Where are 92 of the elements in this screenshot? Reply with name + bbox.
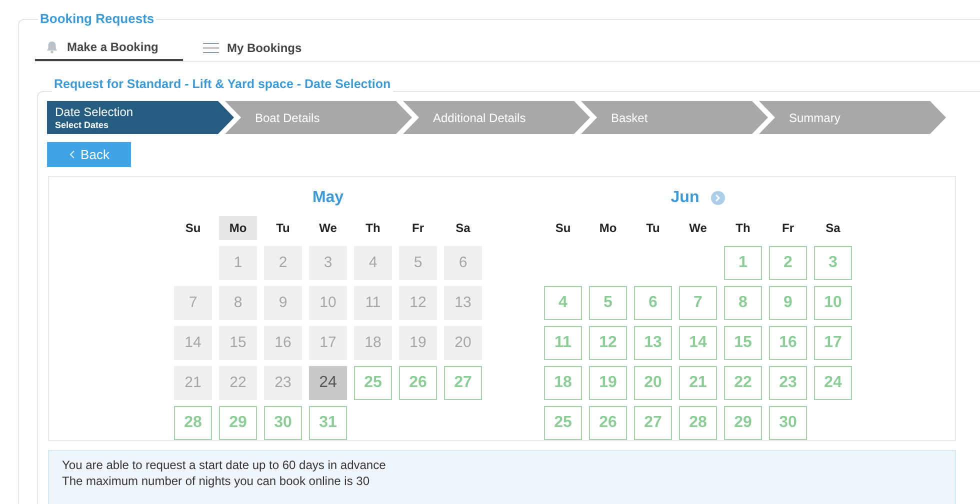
day-cell: 4 <box>354 246 392 280</box>
weekday-header: Th <box>734 220 752 237</box>
step: Summary <box>759 101 946 134</box>
day-button[interactable]: 25 <box>354 366 392 400</box>
step: Basket <box>581 101 768 134</box>
day-cell: 1 <box>219 246 257 280</box>
day-cell: 20 <box>444 326 482 360</box>
day-cell: 23 <box>264 366 302 400</box>
weekday-header: Su <box>554 220 572 237</box>
day-cell: 10 <box>309 286 347 320</box>
weekday-header: Su <box>184 220 202 237</box>
weekday-header: We <box>688 220 708 237</box>
day-cell: 8 <box>219 286 257 320</box>
step: Additional Details <box>403 101 590 134</box>
day-button[interactable]: 23 <box>769 366 807 400</box>
day-cell: 9 <box>264 286 302 320</box>
day-button[interactable]: 28 <box>679 406 717 440</box>
weekday-header: We <box>318 220 338 237</box>
month-title: Jun <box>670 188 700 208</box>
day-cell: 18 <box>354 326 392 360</box>
day-cell: 22 <box>219 366 257 400</box>
chevron-left-icon <box>68 150 75 159</box>
menu-icon <box>203 42 219 54</box>
step: Date Selection Select Dates <box>47 101 234 134</box>
info-text: The maximum number of nights you can book online is 30 <box>62 473 370 489</box>
day-button[interactable]: 24 <box>814 366 852 400</box>
day-cell: 2 <box>264 246 302 280</box>
info-text: You are able to request a start date up to 60 days in advance <box>62 457 387 473</box>
weekday-header: Th <box>364 220 382 237</box>
day-button[interactable]: 4 <box>544 286 582 320</box>
day-button[interactable]: 28 <box>174 406 212 440</box>
day-cell: 6 <box>444 246 482 280</box>
weekday-header: Mo <box>219 216 257 240</box>
day-cell: 12 <box>399 286 437 320</box>
day-button[interactable]: 1 <box>724 246 762 280</box>
back-button[interactable]: Back <box>47 142 131 167</box>
day-cell: 19 <box>399 326 437 360</box>
day-cell: 15 <box>219 326 257 360</box>
chevron-right-icon <box>715 194 722 202</box>
day-button[interactable]: 7 <box>679 286 717 320</box>
day-button[interactable]: 10 <box>814 286 852 320</box>
day-button[interactable]: 11 <box>544 326 582 360</box>
step: Boat Details <box>225 101 412 134</box>
day-button[interactable]: 25 <box>544 406 582 440</box>
day-button[interactable]: 30 <box>264 406 302 440</box>
tab[interactable]: Make a Booking <box>35 34 183 61</box>
day-button[interactable]: 26 <box>589 406 627 440</box>
day-button[interactable]: 13 <box>634 326 672 360</box>
day-cell: 11 <box>354 286 392 320</box>
day-button[interactable]: 29 <box>724 406 762 440</box>
day-button[interactable]: 3 <box>814 246 852 280</box>
day-cell: 13 <box>444 286 482 320</box>
weekday-header: Tu <box>275 220 291 237</box>
day-button[interactable]: 26 <box>399 366 437 400</box>
day-cell: 17 <box>309 326 347 360</box>
day-button[interactable]: 12 <box>589 326 627 360</box>
day-button[interactable]: 29 <box>219 406 257 440</box>
day-button[interactable]: 17 <box>814 326 852 360</box>
weekday-header: Mo <box>598 220 618 237</box>
day-button[interactable]: 20 <box>634 366 672 400</box>
day-cell: 16 <box>264 326 302 360</box>
day-cell: 14 <box>174 326 212 360</box>
day-cell: 7 <box>174 286 212 320</box>
day-cell: 21 <box>174 366 212 400</box>
day-button[interactable]: 14 <box>679 326 717 360</box>
day-button[interactable]: 30 <box>769 406 807 440</box>
day-button[interactable]: 22 <box>724 366 762 400</box>
tab[interactable]: My Bookings <box>193 34 312 61</box>
day-cell: 3 <box>309 246 347 280</box>
weekday-header: Fr <box>781 220 795 237</box>
weekday-header: Sa <box>454 220 472 237</box>
next-month-button[interactable] <box>711 190 726 204</box>
day-button[interactable]: 16 <box>769 326 807 360</box>
month-title: May <box>312 188 344 208</box>
day-cell: 5 <box>399 246 437 280</box>
day-button[interactable]: 2 <box>769 246 807 280</box>
day-button[interactable]: 15 <box>724 326 762 360</box>
day-button[interactable]: 9 <box>769 286 807 320</box>
day-button[interactable]: 18 <box>544 366 582 400</box>
day-button[interactable]: 31 <box>309 406 347 440</box>
weekday-header: Tu <box>645 220 661 237</box>
day-button[interactable]: 27 <box>634 406 672 440</box>
weekday-header: Sa <box>824 220 842 237</box>
day-button[interactable]: 6 <box>634 286 672 320</box>
day-button[interactable]: 27 <box>444 366 482 400</box>
day-button[interactable]: 8 <box>724 286 762 320</box>
day-cell: 24 <box>309 366 347 400</box>
day-button[interactable]: 19 <box>589 366 627 400</box>
weekday-header: Fr <box>411 220 425 237</box>
day-button[interactable]: 21 <box>679 366 717 400</box>
day-button[interactable]: 5 <box>589 286 627 320</box>
bell-icon <box>45 40 59 54</box>
